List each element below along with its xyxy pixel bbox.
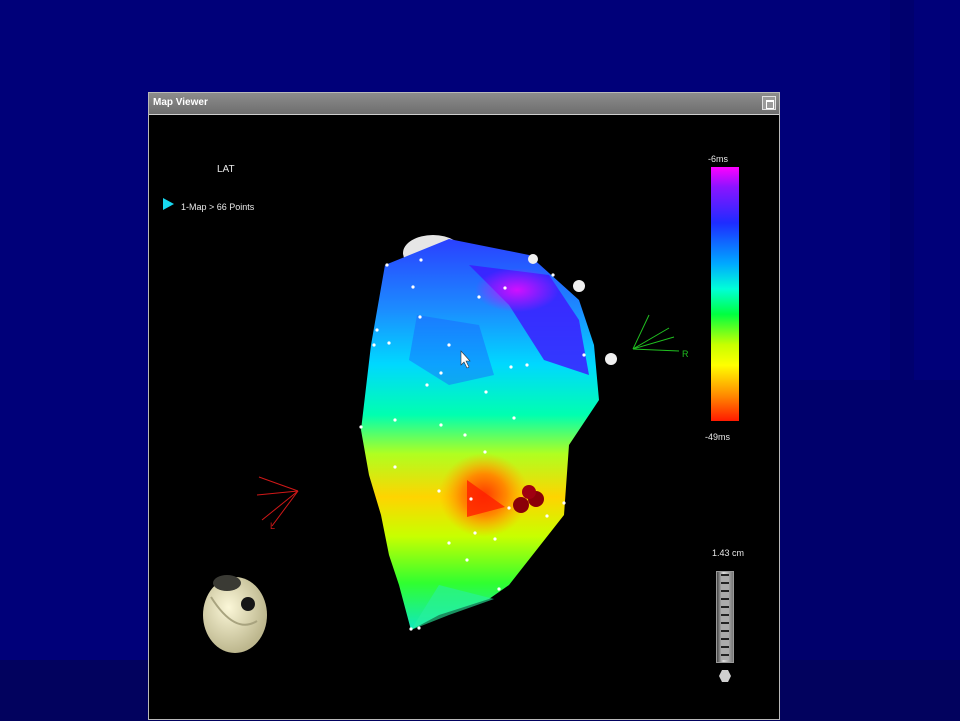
ablation-lesion [513,497,529,513]
left-axis-indicator [256,476,299,527]
ablation-lesion [522,485,536,499]
desktop-panel [780,380,960,660]
maximize-icon[interactable] [762,96,776,110]
map-type-label: LAT [217,164,235,175]
distance-scale-bar[interactable] [716,571,734,663]
window-title: Map Viewer [153,97,208,108]
map-viewer-window[interactable]: Map Viewer R L LAT 1-Map > 66 Points -6m… [148,92,780,720]
map-info-label[interactable]: 1-Map > 66 Points [181,202,254,212]
color-scale-min-label: -49ms [705,432,731,442]
catheter-marker [605,353,617,365]
color-scale-bar[interactable] [711,167,739,421]
right-axis-indicator [632,314,680,352]
play-icon[interactable] [163,198,174,210]
right-axis-label: R [682,349,689,359]
desktop-panel [890,0,914,380]
map-viewport[interactable]: R L LAT 1-Map > 66 Points -6ms -49ms 1.4… [149,115,779,721]
titlebar[interactable]: Map Viewer [149,93,779,115]
color-scale-max-label: -6ms [708,154,728,164]
anatomical-map[interactable] [359,235,617,631]
catheter-marker [528,254,538,264]
earliest-activation-spot [475,268,559,312]
catheter-marker [573,280,585,292]
heart-icon[interactable] [203,575,267,653]
distance-scale-label: 1.43 cm [712,548,745,558]
left-axis-label: L [270,521,275,531]
